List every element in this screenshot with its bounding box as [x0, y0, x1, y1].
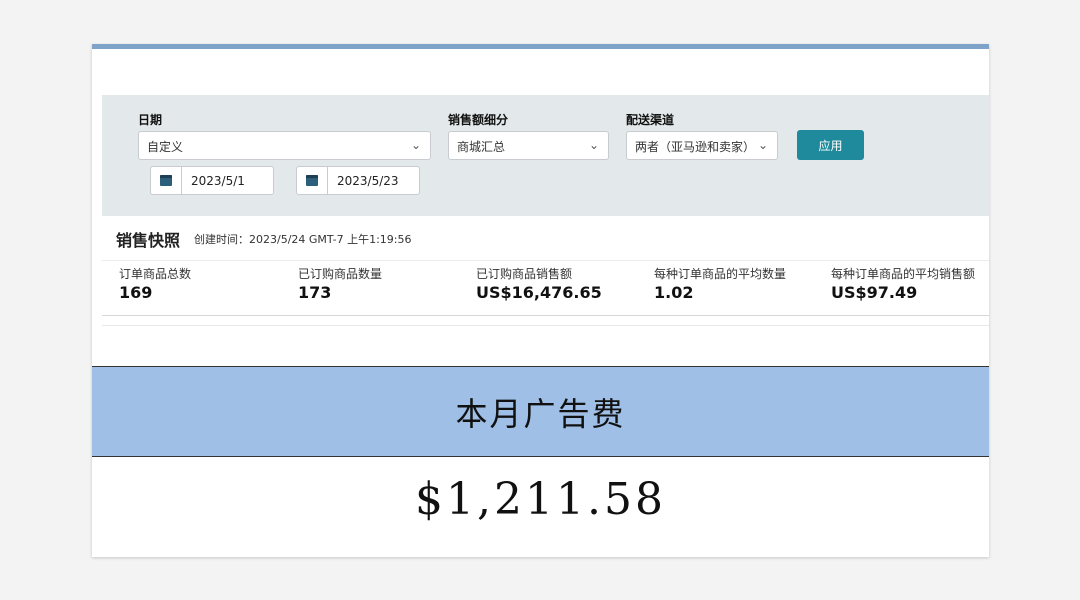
metric-label: 已订购商品数量 [298, 267, 383, 281]
metric-label: 每种订单商品的平均销售额 [831, 267, 976, 281]
start-date-field[interactable]: 2023/5/1 [150, 166, 274, 195]
sales-breakdown-select[interactable]: 商城汇总 ⌄ [448, 131, 609, 160]
metric-value: US$97.49 [831, 283, 918, 302]
ad-cost-amount: $1,211.58 [415, 474, 666, 525]
metric-value: 1.02 [654, 283, 694, 302]
ad-cost-header: 本月广告费 [92, 366, 989, 457]
calendar-icon[interactable] [297, 167, 328, 194]
metric-total-order-items: 订单商品总数 169 [119, 265, 191, 302]
end-date-value: 2023/5/23 [337, 174, 399, 188]
date-range-value: 自定义 [147, 140, 184, 154]
channel-value: 两者（亚马逊和卖家） [635, 140, 756, 154]
metric-avg-sales-per-item: 每种订单商品的平均销售额 US$97.49 [831, 265, 975, 302]
chevron-down-icon: ⌄ [588, 138, 599, 152]
channel-select[interactable]: 两者（亚马逊和卖家） ⌄ [626, 131, 778, 160]
start-date-value: 2023/5/1 [191, 174, 245, 188]
sales-snapshot: 销售快照 创建时间：2023/5/24 GMT-7 上午1:19:56 订单商品… [102, 216, 989, 316]
sales-breakdown-label: 销售额细分 [448, 113, 509, 127]
ad-cost-title: 本月广告费 [455, 394, 626, 433]
metric-value: US$16,476.65 [476, 283, 602, 302]
top-accent-bar [92, 44, 989, 49]
sales-breakdown-value: 商城汇总 [457, 140, 506, 154]
date-label: 日期 [138, 113, 163, 127]
metric-label: 订单商品总数 [119, 267, 192, 281]
divider [102, 260, 989, 261]
chevron-down-icon: ⌄ [410, 138, 421, 152]
metric-units-ordered: 已订购商品数量 173 [298, 265, 382, 302]
date-range-select[interactable]: 自定义 ⌄ [138, 131, 431, 160]
metric-label: 已订购商品销售额 [476, 267, 573, 281]
snapshot-title: 销售快照 [116, 231, 181, 250]
divider [102, 325, 989, 326]
channel-label: 配送渠道 [626, 113, 675, 127]
metric-value: 173 [298, 283, 332, 302]
snapshot-created-time: 创建时间：2023/5/24 GMT-7 上午1:19:56 [194, 233, 412, 246]
metric-avg-units-per-item: 每种订单商品的平均数量 1.02 [654, 265, 786, 302]
report-card: 日期 自定义 ⌄ 2023/5/1 2023/5/23 销售额细分 商城汇总 ⌄… [92, 44, 989, 557]
end-date-field[interactable]: 2023/5/23 [296, 166, 420, 195]
calendar-icon[interactable] [151, 167, 182, 194]
metric-value: 169 [119, 283, 153, 302]
metric-label: 每种订单商品的平均数量 [654, 267, 787, 281]
chevron-down-icon: ⌄ [757, 138, 768, 152]
metric-ordered-product-sales: 已订购商品销售额 US$16,476.65 [476, 265, 602, 302]
apply-button[interactable]: 应用 [797, 130, 864, 160]
